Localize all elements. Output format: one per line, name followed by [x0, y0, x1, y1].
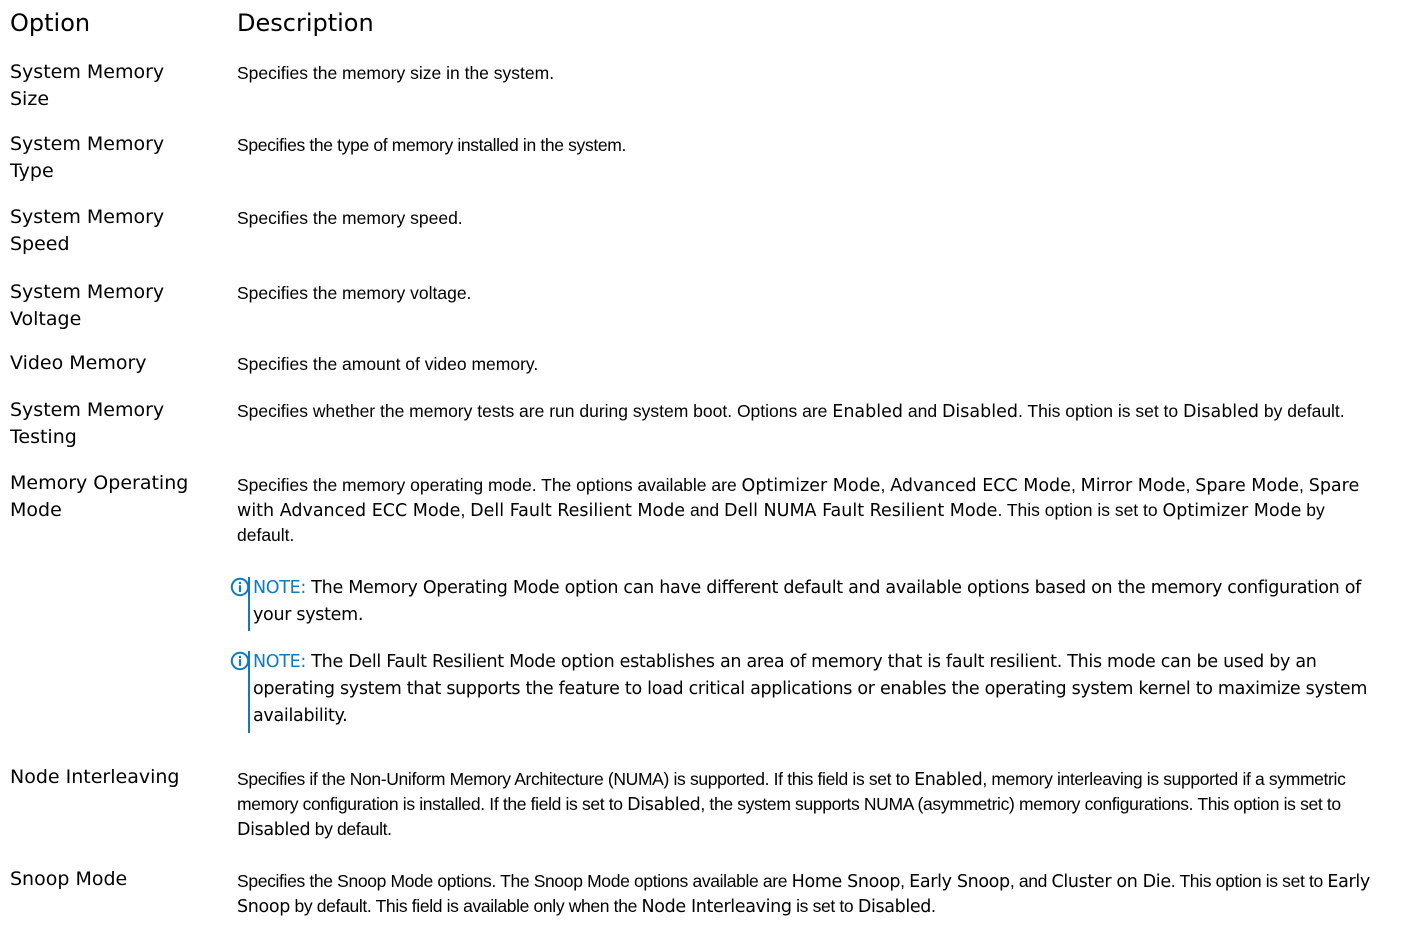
option-description: Specifies if the Non-Uniform Memory Arch…: [237, 769, 1346, 840]
table-row: System Memory Speed Specifies the memory…: [10, 204, 1392, 260]
option-name: System Memory Voltage: [10, 281, 165, 330]
table-row: Snoop Mode Specifies the Snoop Mode opti…: [10, 866, 1392, 946]
table-row: System Memory Testing Specifies whether …: [10, 397, 1392, 453]
option-value: Advanced ECC Mode: [890, 476, 1071, 496]
option-value: Enabled: [832, 402, 903, 422]
option-value: Node Interleaving: [641, 897, 792, 917]
note-text: NOTE: The Memory Operating Mode option c…: [253, 578, 1361, 625]
option-value: Enabled: [914, 770, 983, 790]
option-value: Mirror Mode: [1080, 476, 1186, 496]
table-row: System Memory Size Specifies the memory …: [10, 59, 1392, 115]
option-name: Node Interleaving: [10, 766, 180, 788]
option-value: Early Snoop: [909, 872, 1010, 892]
option-description: Specifies the type of memory installed i…: [237, 135, 626, 155]
table-row: Video Memory Specifies the amount of vid…: [10, 350, 1392, 378]
option-value: Optimizer Mode: [741, 476, 881, 496]
note-label: NOTE:: [253, 578, 307, 598]
note-label: NOTE:: [253, 652, 307, 672]
option-description: Specifies the memory operating mode. The…: [237, 475, 1360, 545]
option-value: Spare Mode: [1195, 476, 1299, 496]
table-row: Node Interleaving Specifies if the Non-U…: [10, 764, 1392, 844]
option-value: Disabled: [857, 897, 932, 917]
option-name: System Memory Speed: [10, 206, 165, 255]
table-row: System Memory Voltage Specifies the memo…: [10, 279, 1392, 335]
document-page: Option Description System Memory Size Sp…: [0, 0, 1402, 947]
option-value: Dell Fault Resilient Mode: [470, 501, 686, 521]
note-bar: [248, 577, 250, 631]
option-name: Snoop Mode: [10, 868, 128, 890]
description-column-header: Description: [237, 9, 374, 37]
info-icon: [230, 577, 250, 597]
option-description: Specifies whether the memory tests are r…: [237, 401, 1345, 422]
table-header: Option Description: [10, 8, 1390, 42]
option-description: Specifies the Snoop Mode options. The Sn…: [237, 871, 1370, 917]
note-bar: [248, 651, 250, 733]
option-value: Optimizer Mode: [1162, 501, 1302, 521]
option-column-header: Option: [10, 9, 91, 37]
option-description: Specifies the memory speed.: [237, 208, 463, 228]
option-value: Disabled: [237, 820, 311, 840]
option-value: Disabled: [1183, 402, 1260, 422]
note-callout: NOTE: The Memory Operating Mode option c…: [230, 575, 1380, 631]
note-callout: NOTE: The Dell Fault Resilient Mode opti…: [230, 649, 1380, 733]
option-value: Cluster on Die: [1051, 872, 1172, 892]
option-name: Memory Operating Mode: [10, 472, 189, 521]
option-description: Specifies the memory size in the system.: [237, 63, 555, 83]
option-value: Disabled: [941, 402, 1018, 422]
table-row: System Memory Type Specifies the type of…: [10, 131, 1392, 187]
option-description: Specifies the amount of video memory.: [237, 354, 539, 374]
option-value: Disabled: [627, 795, 701, 815]
note-text: NOTE: The Dell Fault Resilient Mode opti…: [253, 652, 1368, 726]
option-name: System Memory Size: [10, 61, 165, 110]
option-name: System Memory Type: [10, 133, 165, 182]
option-value: Dell NUMA Fault Resilient Mode: [724, 501, 998, 521]
option-value: Home Snoop: [791, 872, 901, 892]
option-description: Specifies the memory voltage.: [237, 283, 472, 303]
info-icon: [230, 651, 250, 671]
option-name: System Memory Testing: [10, 399, 165, 448]
option-name: Video Memory: [10, 352, 147, 374]
